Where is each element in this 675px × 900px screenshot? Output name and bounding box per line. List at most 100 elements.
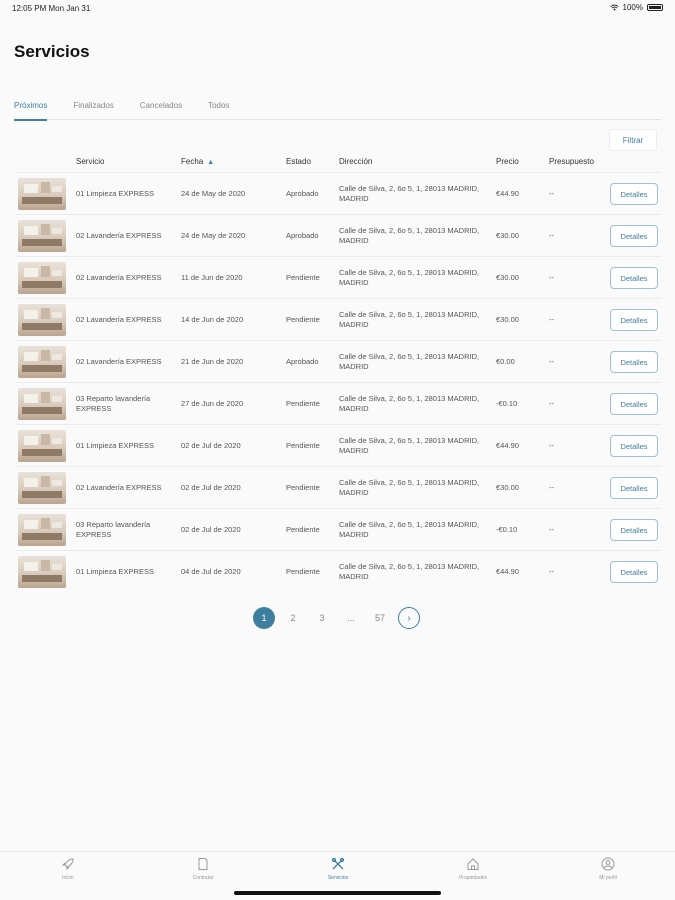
tabbar-servicios[interactable]: Servicios [308,857,368,881]
cell-fecha: 04 de Jul de 2020 [181,566,241,576]
header-precio: Precio [496,157,519,166]
cell-estado: Aprobado [286,356,319,366]
service-thumbnail [18,472,66,504]
page-button-3[interactable]: 3 [311,607,333,629]
home-indicator [234,891,441,895]
details-button[interactable]: Detalles [610,561,658,583]
details-button[interactable]: Detalles [610,309,658,331]
details-button[interactable]: Detalles [610,435,658,457]
header-estado: Estado [286,157,311,166]
cell-servicio: 02 Lavandería EXPRESS [76,272,162,282]
document-icon [198,858,208,870]
filter-button[interactable]: Filtrar [609,129,657,151]
cell-fecha: 14 de Jun de 2020 [181,314,244,324]
battery-icon [647,4,663,11]
cell-servicio: 01 Limpieza EXPRESS [76,440,154,450]
cell-presupuesto: -- [549,566,554,576]
cell-fecha: 02 de Jul de 2020 [181,440,241,450]
cell-servicio: 02 Lavandería EXPRESS [76,356,162,366]
tabbar-label: Contratar [192,875,214,881]
cell-direccion: Calle de Silva, 2, 6o 5, 1, 28013 MADRID… [339,519,480,539]
cell-precio: €0.00 [496,356,515,366]
cell-estado: Aprobado [286,230,319,240]
cell-fecha: 21 de Jun de 2020 [181,356,244,366]
cell-estado: Pendiente [286,440,320,450]
cell-fecha: 02 de Jul de 2020 [181,482,241,492]
cell-presupuesto: -- [549,314,554,324]
cell-servicio: 02 Lavandería EXPRESS [76,482,162,492]
tabbar-mi-perfil[interactable]: Mi perfil [578,857,638,881]
cell-servicio: 01 Limpieza EXPRESS [76,566,154,576]
header-fecha[interactable]: Fecha ▲ [181,157,214,166]
tabbar-contratar[interactable]: Contratar [173,857,233,881]
cell-estado: Pendiente [286,272,320,282]
cell-precio: -€0.10 [496,524,518,534]
wifi-icon [609,4,619,11]
details-button[interactable]: Detalles [610,267,658,289]
cell-direccion: Calle de Silva, 2, 6o 5, 1, 28013 MADRID… [339,477,480,497]
cell-precio: €44.90 [496,188,519,198]
details-button[interactable]: Detalles [610,519,658,541]
details-button[interactable]: Detalles [610,225,658,247]
cell-estado: Aprobado [286,188,319,198]
next-page-button[interactable]: › [398,607,420,629]
tab-finalizados[interactable]: Finalizados [73,100,113,120]
cell-estado: Pendiente [286,482,320,492]
table-row: 02 Lavandería EXPRESS 11 de Jun de 2020 Pe… [16,256,661,298]
cell-servicio: 02 Lavandería EXPRESS [76,230,162,240]
table-header: Servicio Fecha ▲ Estado Dirección Precio … [16,152,661,172]
tab-proximos[interactable]: Próximos [14,100,48,121]
page-button-2[interactable]: 2 [282,607,304,629]
cell-servicio: 03 Reparto lavandería EXPRESS [76,393,151,413]
tab-cancelados[interactable]: Cancelados [140,100,182,120]
service-thumbnail [18,262,66,294]
status-indicators: 100% [609,3,663,12]
tab-todos[interactable]: Todos [208,100,229,120]
header-presupuesto: Presupuesto [549,157,594,166]
cell-fecha: 02 de Jul de 2020 [181,524,241,534]
rocket-icon [61,858,74,871]
tabbar-propiedades[interactable]: Propiedades [443,857,503,881]
cell-servicio: 01 Limpieza EXPRESS [76,188,154,198]
cell-precio: €30.00 [496,272,519,282]
cell-estado: Pendiente [286,314,320,324]
table-row: 02 Lavandería EXPRESS 02 de Jul de 2020 Pe… [16,466,661,508]
sort-ascending-icon[interactable]: ▲ [207,159,214,166]
header-servicio: Servicio [76,157,105,166]
service-thumbnail [18,304,66,336]
cell-servicio: 02 Lavandería EXPRESS [76,314,162,324]
battery-percent: 100% [622,3,643,12]
cell-fecha: 27 de Jun de 2020 [181,398,244,408]
cell-direccion: Calle de Silva, 2, 6o 5, 1, 28013 MADRID… [339,561,480,581]
header-direccion: Dirección [339,157,373,166]
cell-presupuesto: -- [549,482,554,492]
service-thumbnail [18,514,66,546]
user-icon [601,857,615,871]
table-row: 02 Lavandería EXPRESS 24 de May de 2020 Ap… [16,214,661,256]
house-icon [467,858,479,870]
details-button[interactable]: Detalles [610,183,658,205]
cell-direccion: Calle de Silva, 2, 6o 5, 1, 28013 MADRID… [339,225,480,245]
service-thumbnail [18,388,66,420]
cell-precio: €30.00 [496,314,519,324]
page-button-1[interactable]: 1 [253,607,275,629]
cell-presupuesto: -- [549,398,554,408]
tabbar-label: Inicio [62,875,74,881]
page-button-57[interactable]: 57 [369,607,391,629]
service-thumbnail [18,178,66,210]
cell-direccion: Calle de Silva, 2, 6o 5, 1, 28013 MADRID… [339,435,480,455]
cell-estado: Pendiente [286,398,320,408]
tabbar-label: Propiedades [458,875,488,881]
details-button[interactable]: Detalles [610,393,658,415]
cell-direccion: Calle de Silva, 2, 6o 5, 1, 28013 MADRID… [339,309,480,329]
cell-fecha: 24 de May de 2020 [181,188,246,198]
tabbar-inicio[interactable]: Inicio [38,857,98,881]
table-body: 01 Limpieza EXPRESS 24 de May de 2020 Apro… [16,172,661,592]
cell-precio: €30.00 [496,230,519,240]
table-row: 03 Reparto lavandería EXPRESS 27 de Jun d… [16,382,661,424]
details-button[interactable]: Detalles [610,351,658,373]
cell-direccion: Calle de Silva, 2, 6o 5, 1, 28013 MADRID… [339,393,480,413]
cell-estado: Pendiente [286,566,320,576]
cell-precio: -€0.10 [496,398,518,408]
details-button[interactable]: Detalles [610,477,658,499]
